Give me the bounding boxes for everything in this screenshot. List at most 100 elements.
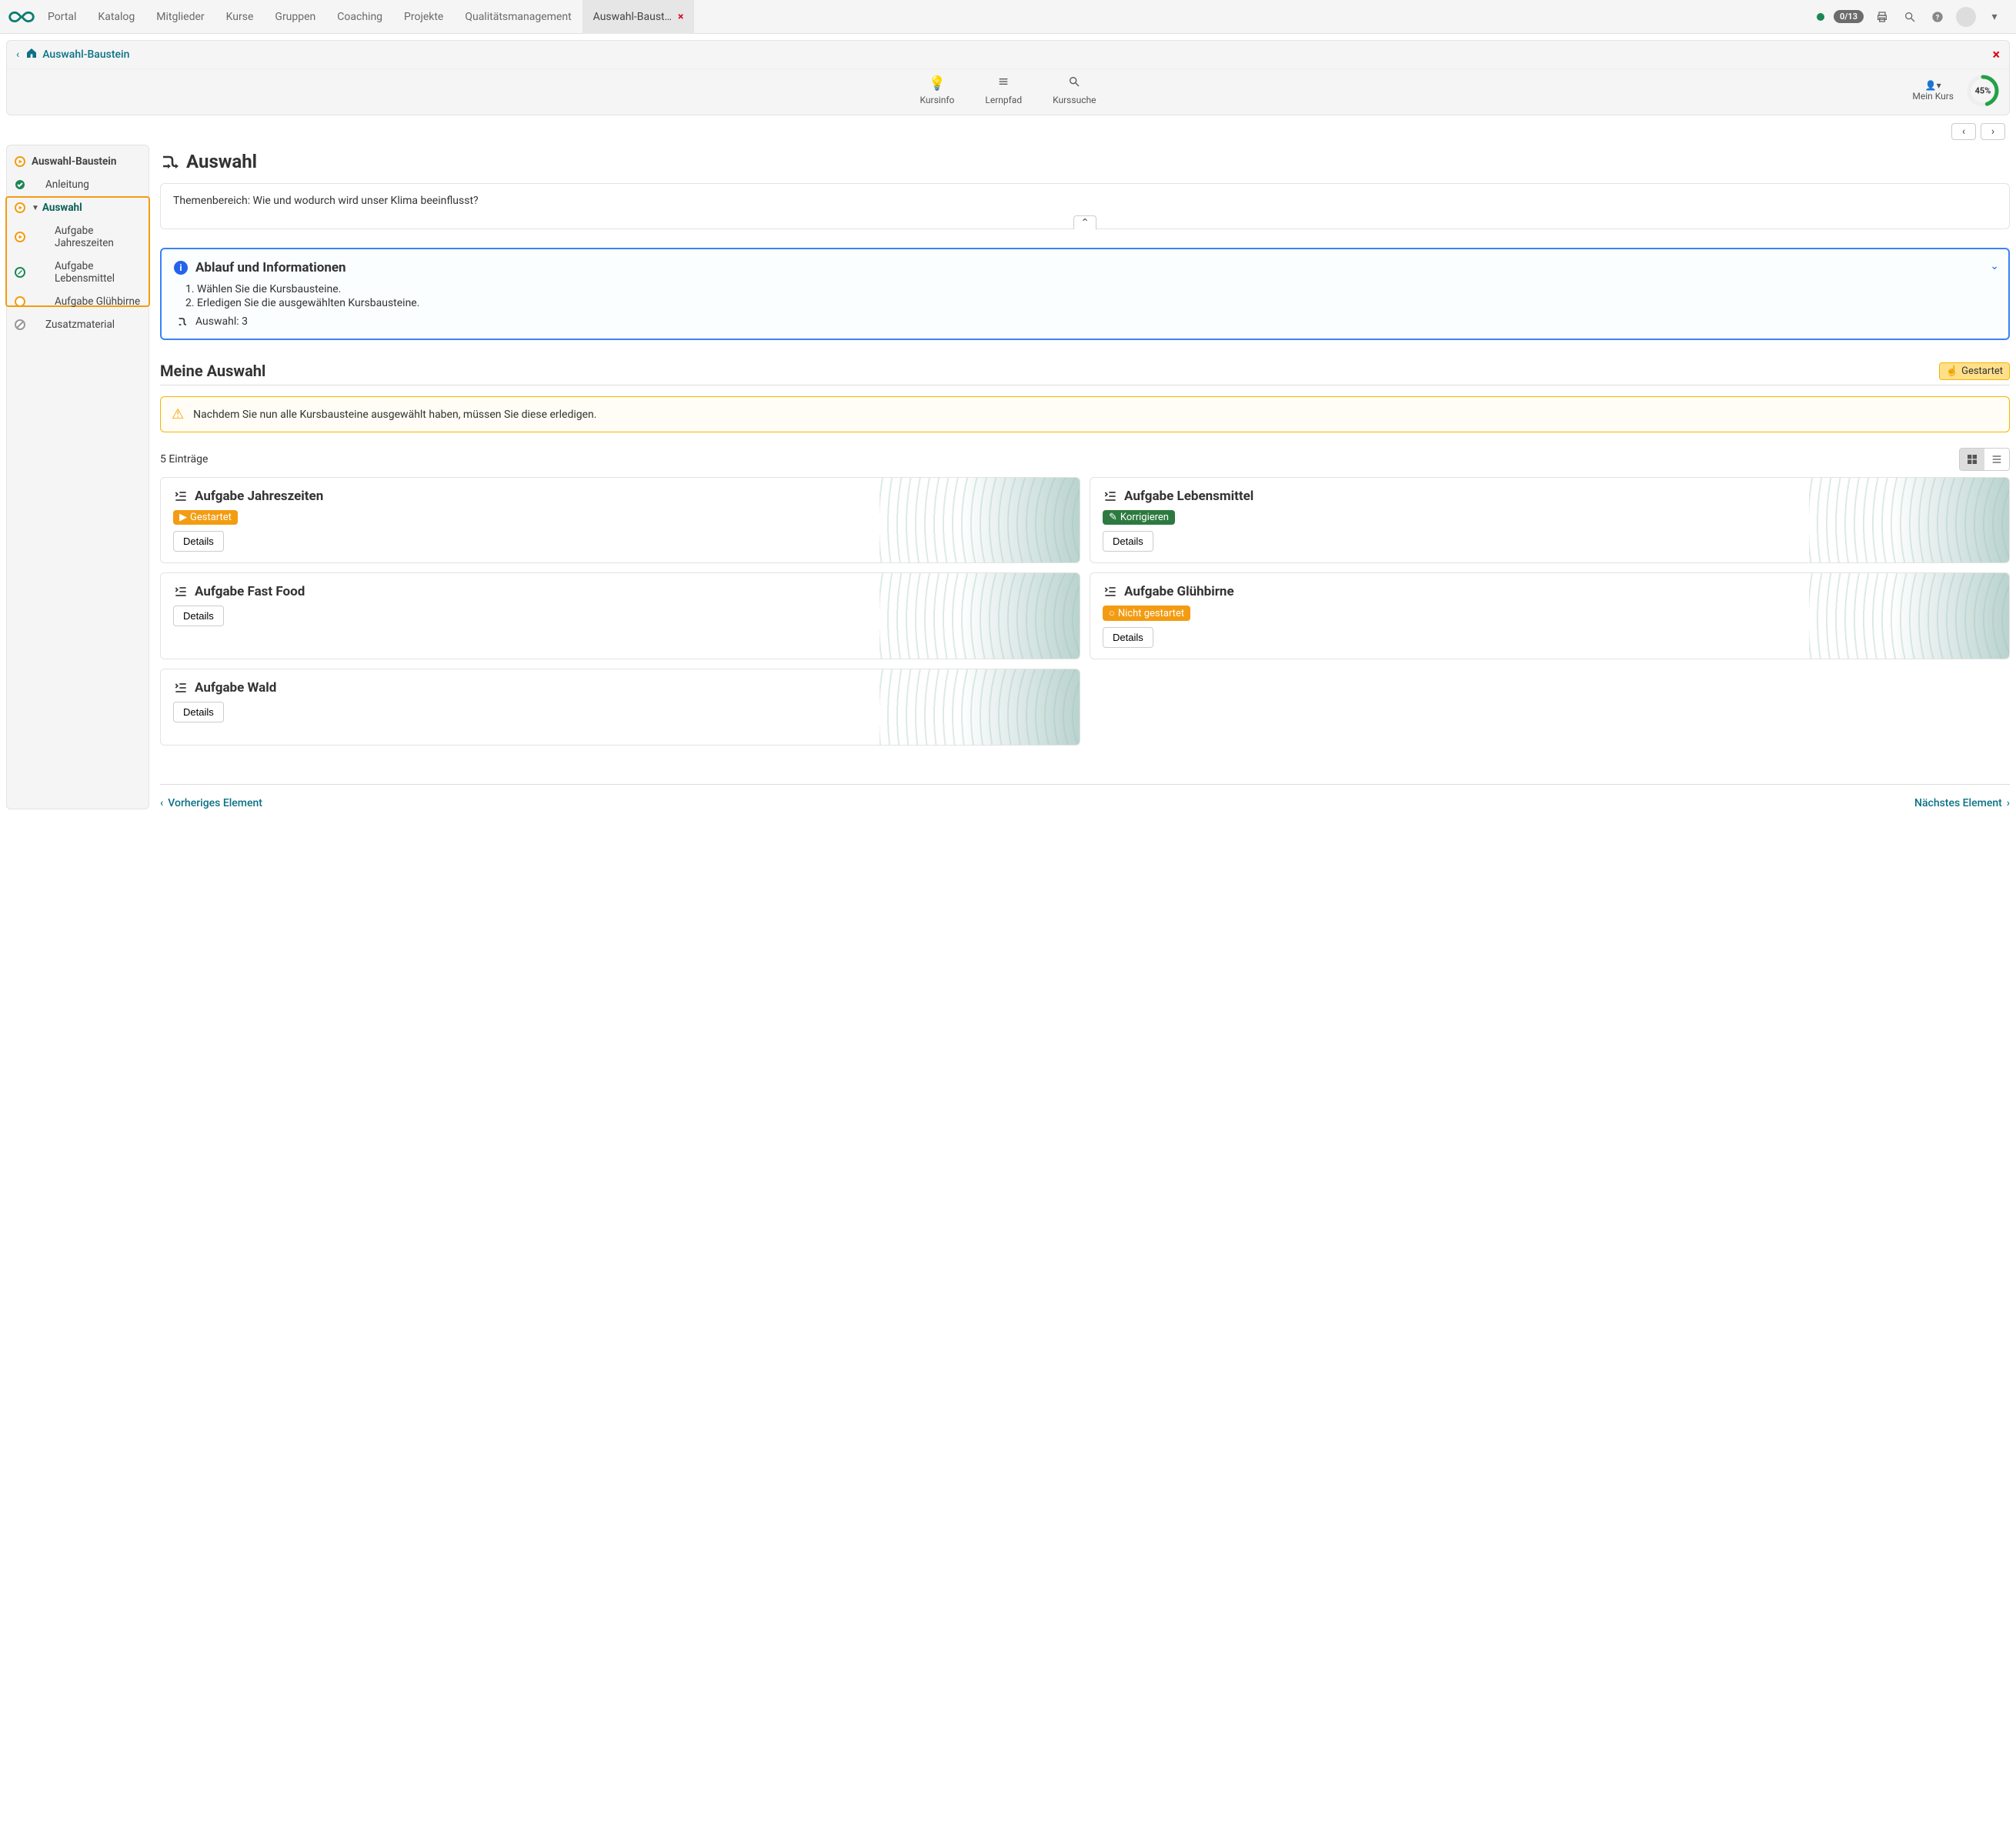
caret-down-icon[interactable]: ▼	[32, 204, 39, 212]
print-icon[interactable]	[1873, 8, 1891, 26]
tool-kursinfo[interactable]: 💡 Kursinfo	[920, 75, 955, 105]
bottom-nav: ‹Vorheriges Element Nächstes Element›	[160, 784, 2010, 809]
tree-item-zusatz[interactable]: Zusatzmaterial	[7, 313, 149, 336]
status-icon: ✎	[1109, 512, 1117, 523]
lightbulb-icon: 💡	[929, 75, 946, 92]
nav-tab[interactable]: Mitglieder	[145, 0, 215, 34]
details-button[interactable]: Details	[173, 702, 224, 722]
status-badge: ☝ Gestartet	[1939, 362, 2010, 380]
tool-meinkurs[interactable]: 👤▾ Mein Kurs	[1912, 80, 1954, 102]
nav-tab[interactable]: Coaching	[326, 0, 393, 34]
home-icon[interactable]	[25, 47, 38, 62]
card[interactable]: Aufgabe Lebensmittel ✎ Korrigieren Details	[1090, 477, 2010, 563]
prev-element-link[interactable]: ‹Vorheriges Element	[160, 797, 262, 809]
nav-tab[interactable]: Portal	[37, 0, 87, 34]
task-icon	[1103, 489, 1118, 504]
nav-tab[interactable]: Projekte	[393, 0, 454, 34]
branch-icon	[177, 315, 189, 328]
page-title: Auswahl	[160, 145, 2010, 183]
chevron-down-icon[interactable]: ▾	[1985, 8, 2004, 26]
tree-root[interactable]: Auswahl-Baustein	[7, 150, 149, 173]
nav-tab[interactable]: Qualitätsmanagement	[454, 0, 582, 34]
nav-tab[interactable]: Kurse	[215, 0, 265, 34]
course-bar: ‹ Auswahl-Baustein × 💡 Kursinfo Lernpfad…	[6, 40, 2010, 115]
nav-right: 0/13 ? ▾	[1817, 7, 2010, 27]
breadcrumb[interactable]: Auswahl-Baustein	[42, 48, 129, 61]
details-button[interactable]: Details	[1103, 627, 1153, 648]
list-head: 5 Einträge	[160, 448, 2010, 471]
task-icon	[173, 489, 189, 504]
alert-box: ⚠ Nachdem Sie nun alle Kursbausteine aus…	[160, 396, 2010, 432]
next-page-button[interactable]: ›	[1981, 123, 2005, 140]
card-title: Aufgabe Fast Food	[173, 584, 1067, 599]
next-element-link[interactable]: Nächstes Element›	[1914, 797, 2010, 809]
back-icon[interactable]: ‹	[16, 48, 19, 61]
avatar[interactable]	[1956, 7, 1976, 27]
nav-tabs: Portal Katalog Mitglieder Kurse Gruppen …	[37, 0, 1817, 34]
tool-lernpfad[interactable]: Lernpfad	[985, 75, 1022, 105]
path-icon	[997, 75, 1010, 92]
tree-item-child[interactable]: Aufgabe Jahreszeiten	[7, 219, 149, 255]
close-icon[interactable]: ×	[1992, 47, 2000, 63]
card-title: Aufgabe Glühbirne	[1103, 584, 1997, 599]
alert-text: Nachdem Sie nun alle Kursbausteine ausge…	[193, 409, 596, 421]
card[interactable]: Aufgabe Fast Food Details	[160, 572, 1080, 659]
chevron-left-icon: ‹	[160, 797, 163, 809]
details-button[interactable]: Details	[173, 606, 224, 626]
top-nav: Portal Katalog Mitglieder Kurse Gruppen …	[0, 0, 2016, 34]
tree-item-child[interactable]: Aufgabe Lebensmittel	[7, 255, 149, 290]
notification-badge[interactable]: 0/13	[1834, 10, 1864, 23]
nav-tab-active[interactable]: Auswahl-Baust… ×	[582, 0, 695, 34]
chevron-down-icon[interactable]: ⌄	[1990, 260, 1999, 272]
card-title: Aufgabe Jahreszeiten	[173, 489, 1067, 504]
branch-icon	[160, 152, 179, 171]
collapse-up-button[interactable]: ⌃	[1073, 215, 1096, 229]
description-box: Themenbereich: Wie und wodurch wird unse…	[160, 183, 2010, 229]
edit-icon	[15, 267, 25, 278]
details-button[interactable]: Details	[173, 531, 224, 552]
nav-tab[interactable]: Katalog	[87, 0, 145, 34]
progress-ring: 45%	[1966, 74, 2000, 108]
card-status-badge: ○ Nicht gestartet	[1103, 606, 1190, 621]
user-icon: 👤▾	[1925, 80, 1941, 91]
card[interactable]: Aufgabe Glühbirne ○ Nicht gestartet Detail…	[1090, 572, 2010, 659]
play-icon	[15, 156, 25, 167]
nav-tab[interactable]: Gruppen	[264, 0, 326, 34]
entry-count: 5 Einträge	[160, 453, 208, 465]
search-icon	[1068, 75, 1080, 92]
view-toggle	[1959, 448, 2010, 471]
play-icon	[15, 202, 25, 213]
card-status-badge: ✎ Korrigieren	[1103, 510, 1175, 525]
task-icon	[173, 680, 189, 696]
card-grid: Aufgabe Jahreszeiten▶ GestartetDetailsAu…	[160, 477, 2010, 746]
warning-icon: ⚠	[172, 406, 184, 422]
info-title: Ablauf und Informationen	[195, 260, 346, 275]
section-head: Meine Auswahl ☝ Gestartet	[160, 362, 2010, 385]
help-icon[interactable]: ?	[1928, 8, 1947, 26]
tool-kurssuche[interactable]: Kurssuche	[1053, 75, 1096, 105]
card[interactable]: Aufgabe Wald Details	[160, 669, 1080, 746]
close-icon[interactable]: ×	[678, 11, 683, 23]
tree-item-child[interactable]: Aufgabe Glühbirne	[7, 290, 149, 313]
info-steps: Wählen Sie die Kursbausteine. Erledigen …	[197, 283, 1996, 309]
card-title: Aufgabe Wald	[173, 680, 1067, 696]
info-icon: i	[174, 261, 188, 275]
card[interactable]: Aufgabe Jahreszeiten▶ GestartetDetails	[160, 477, 1080, 563]
task-icon	[173, 584, 189, 599]
logo[interactable]	[6, 2, 37, 32]
tree-item-auswahl[interactable]: ▼ Auswahl	[7, 196, 149, 219]
card-title: Aufgabe Lebensmittel	[1103, 489, 1997, 504]
chevron-right-icon: ›	[2007, 797, 2010, 809]
details-button[interactable]: Details	[1103, 531, 1153, 552]
description-text: Themenbereich: Wie und wodurch wird unse…	[173, 195, 479, 207]
status-icon: ○	[1109, 607, 1115, 619]
check-icon	[15, 179, 25, 190]
tab-label: Auswahl-Baust…	[593, 11, 672, 23]
list-view-button[interactable]	[1984, 449, 2009, 470]
selection-count: Auswahl: 3	[177, 315, 1996, 328]
grid-view-button[interactable]	[1960, 449, 1984, 470]
prev-page-button[interactable]: ‹	[1951, 123, 1976, 140]
search-icon[interactable]	[1901, 8, 1919, 26]
tree-item-anleitung[interactable]: Anleitung	[7, 173, 149, 196]
sidebar: Auswahl-Baustein Anleitung ▼ Auswahl Auf…	[6, 145, 149, 809]
